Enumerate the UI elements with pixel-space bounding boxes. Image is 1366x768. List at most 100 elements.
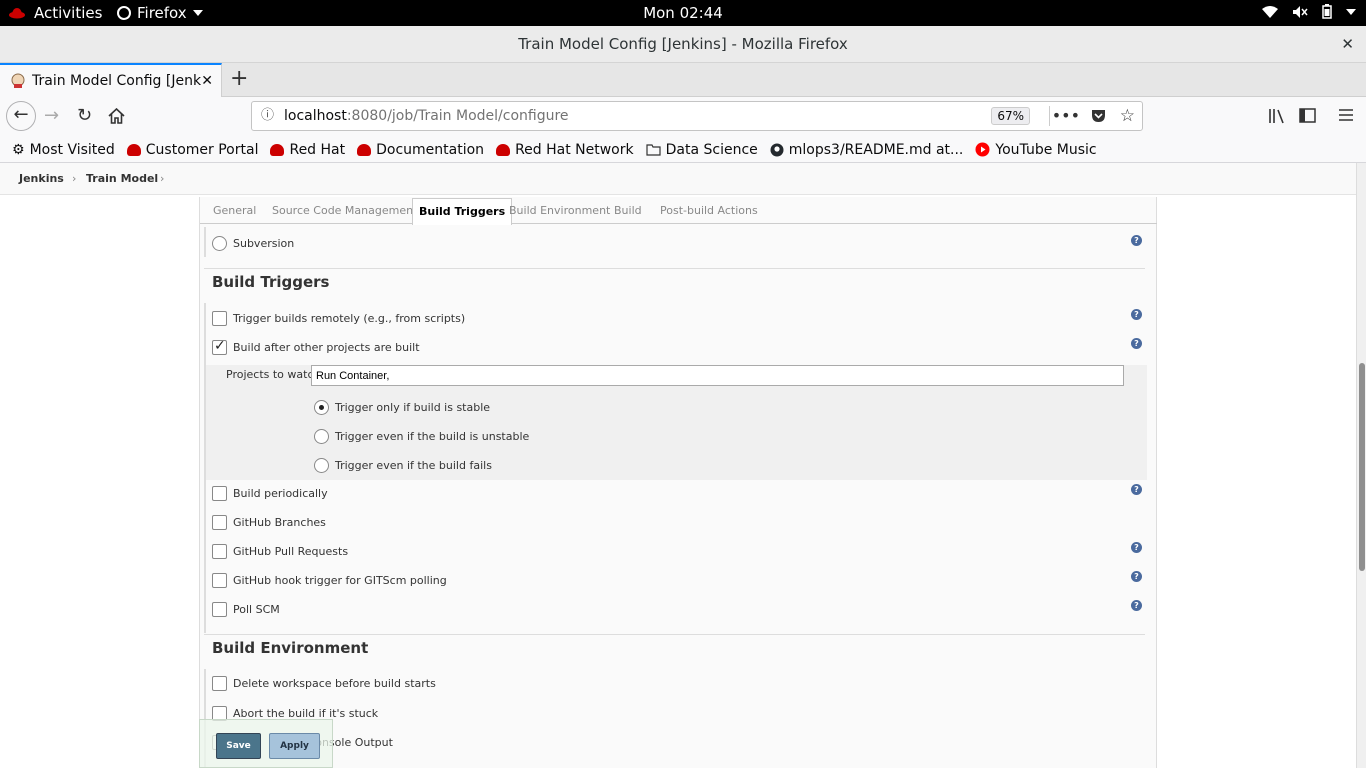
bookmark-label: Data Science	[665, 141, 758, 158]
trigger-unstable-radio[interactable]	[314, 429, 329, 444]
browser-tab-jenkins[interactable]: Train Model Config [Jenkins] ✕	[0, 63, 222, 97]
forward-arrow-icon[interactable]: →	[44, 105, 59, 126]
section-divider	[204, 634, 1145, 635]
bookmark-customer-portal[interactable]: Customer Portal	[126, 141, 259, 158]
poll-scm-checkbox[interactable]	[212, 602, 227, 617]
caret-down-icon	[192, 10, 203, 16]
system-tray[interactable]	[1262, 4, 1356, 19]
bookmark-red-hat[interactable]: Red Hat	[270, 142, 345, 158]
help-icon[interactable]: ?	[1131, 338, 1142, 349]
save-button[interactable]: Save	[216, 733, 261, 759]
breadcrumb-train-model[interactable]: Train Model	[86, 172, 158, 185]
bookmark-mlops3-readme[interactable]: mlops3/README.md at...	[770, 141, 964, 158]
build-after-other-checkbox[interactable]	[212, 338, 227, 355]
bookmark-star-icon[interactable]: ☆	[1120, 102, 1135, 130]
trigger-remote-checkbox[interactable]	[212, 311, 227, 326]
sidebar-toggle-icon[interactable]	[1299, 108, 1316, 123]
build-periodically-option[interactable]: Build periodically	[212, 486, 328, 501]
new-tab-icon[interactable]: +	[230, 66, 248, 91]
build-periodically-checkbox[interactable]	[212, 486, 227, 501]
tab-build[interactable]: Build	[614, 204, 642, 217]
firefox-icon	[117, 6, 131, 20]
scrollbar-thumb[interactable]	[1359, 363, 1365, 571]
window-close-icon[interactable]: ✕	[1341, 26, 1354, 63]
github-branches-option[interactable]: GitHub Branches	[212, 515, 326, 530]
youtube-music-icon	[975, 142, 990, 157]
wifi-icon	[1262, 5, 1278, 18]
site-info-icon[interactable]: ⓘ	[261, 102, 274, 130]
bookmark-label: Red Hat Network	[515, 141, 634, 158]
trigger-fails-radio[interactable]	[314, 458, 329, 473]
bookmark-most-visited[interactable]: ⚙ Most Visited	[12, 142, 115, 158]
bookmark-label: Most Visited	[29, 141, 115, 158]
reload-icon[interactable]: ↻	[77, 105, 92, 126]
redhat-icon	[126, 143, 141, 156]
subversion-radio[interactable]	[212, 236, 227, 251]
bookmark-label: mlops3/README.md at...	[788, 141, 964, 158]
volume-muted-icon	[1293, 5, 1308, 18]
bookmark-label: Customer Portal	[145, 141, 259, 158]
scm-subversion-option[interactable]: Subversion	[212, 236, 294, 251]
build-environment-heading: Build Environment	[212, 639, 369, 657]
bookmark-label: YouTube Music	[995, 141, 1097, 158]
app-menu-label: Firefox	[137, 4, 187, 22]
github-hook-trigger-option[interactable]: GitHub hook trigger for GITScm polling	[212, 573, 447, 588]
build-after-other-option[interactable]: Build after other projects are built	[212, 338, 420, 355]
help-icon[interactable]: ?	[1131, 571, 1142, 582]
back-arrow-icon[interactable]: ←	[6, 101, 36, 131]
app-menu-firefox[interactable]: Firefox	[117, 4, 203, 22]
subversion-label: Subversion	[233, 237, 295, 250]
apply-button[interactable]: Apply	[269, 733, 320, 759]
tab-close-icon[interactable]: ✕	[201, 73, 213, 89]
tab-build-environment[interactable]: Build Environment	[509, 204, 610, 217]
url-bar[interactable]: ⓘ localhost:8080/job/Train Model/configu…	[251, 101, 1143, 131]
breadcrumb-jenkins[interactable]: Jenkins	[19, 172, 64, 185]
page-actions-icon[interactable]: •••	[1052, 102, 1080, 130]
activities-label: Activities	[34, 4, 103, 22]
clock[interactable]: Mon 02:44	[0, 4, 1366, 22]
help-icon[interactable]: ?	[1131, 309, 1142, 320]
trigger-stable-radio[interactable]	[314, 400, 329, 415]
trigger-unstable-label: Trigger even if the build is unstable	[335, 430, 530, 443]
home-icon[interactable]	[108, 108, 125, 124]
tab-general[interactable]: General	[213, 204, 256, 217]
hamburger-menu-icon[interactable]	[1338, 108, 1354, 122]
projects-to-watch-input[interactable]	[311, 365, 1124, 386]
library-icon[interactable]	[1268, 108, 1286, 124]
battery-icon	[1322, 4, 1332, 19]
trigger-unstable-option[interactable]: Trigger even if the build is unstable	[314, 429, 529, 444]
section-indent-bar	[204, 227, 206, 257]
help-icon[interactable]: ?	[1131, 235, 1142, 246]
zoom-indicator[interactable]: 67%	[991, 107, 1030, 125]
github-pull-requests-option[interactable]: GitHub Pull Requests	[212, 544, 348, 559]
page-scrollbar[interactable]	[1356, 163, 1366, 768]
delete-workspace-checkbox[interactable]	[212, 676, 227, 691]
bookmark-data-science[interactable]: Data Science	[646, 142, 758, 158]
trigger-fails-option[interactable]: Trigger even if the build fails	[314, 458, 492, 473]
tab-source-code-management[interactable]: Source Code Management	[272, 204, 417, 217]
help-icon[interactable]: ?	[1131, 542, 1142, 553]
activities-button[interactable]: Activities	[8, 4, 102, 22]
help-icon[interactable]: ?	[1131, 484, 1142, 495]
github-pull-requests-label: GitHub Pull Requests	[233, 545, 349, 558]
bookmark-documentation[interactable]: Documentation	[357, 142, 484, 158]
github-hook-trigger-checkbox[interactable]	[212, 573, 227, 588]
window-titlebar: Train Model Config [Jenkins] - Mozilla F…	[0, 26, 1366, 63]
delete-workspace-option[interactable]: Delete workspace before build starts	[212, 676, 436, 691]
github-branches-checkbox[interactable]	[212, 515, 227, 530]
github-pull-requests-checkbox[interactable]	[212, 544, 227, 559]
redhat-icon	[496, 143, 511, 156]
help-icon[interactable]: ?	[1131, 600, 1142, 611]
tab-strip: Train Model Config [Jenkins] ✕ +	[0, 63, 1366, 97]
trigger-remote-option[interactable]: Trigger builds remotely (e.g., from scri…	[212, 311, 465, 326]
poll-scm-option[interactable]: Poll SCM	[212, 602, 280, 617]
pocket-icon[interactable]	[1091, 109, 1106, 123]
bookmark-youtube-music[interactable]: YouTube Music	[975, 141, 1097, 158]
build-periodically-label: Build periodically	[233, 487, 328, 500]
tab-post-build-actions[interactable]: Post-build Actions	[660, 204, 758, 217]
url-host: localhost	[284, 108, 347, 124]
github-hook-trigger-label: GitHub hook trigger for GITScm polling	[233, 574, 447, 587]
bookmark-red-hat-network[interactable]: Red Hat Network	[496, 142, 634, 158]
trigger-stable-option[interactable]: Trigger only if build is stable	[314, 400, 490, 415]
tab-build-triggers[interactable]: Build Triggers	[412, 198, 513, 225]
